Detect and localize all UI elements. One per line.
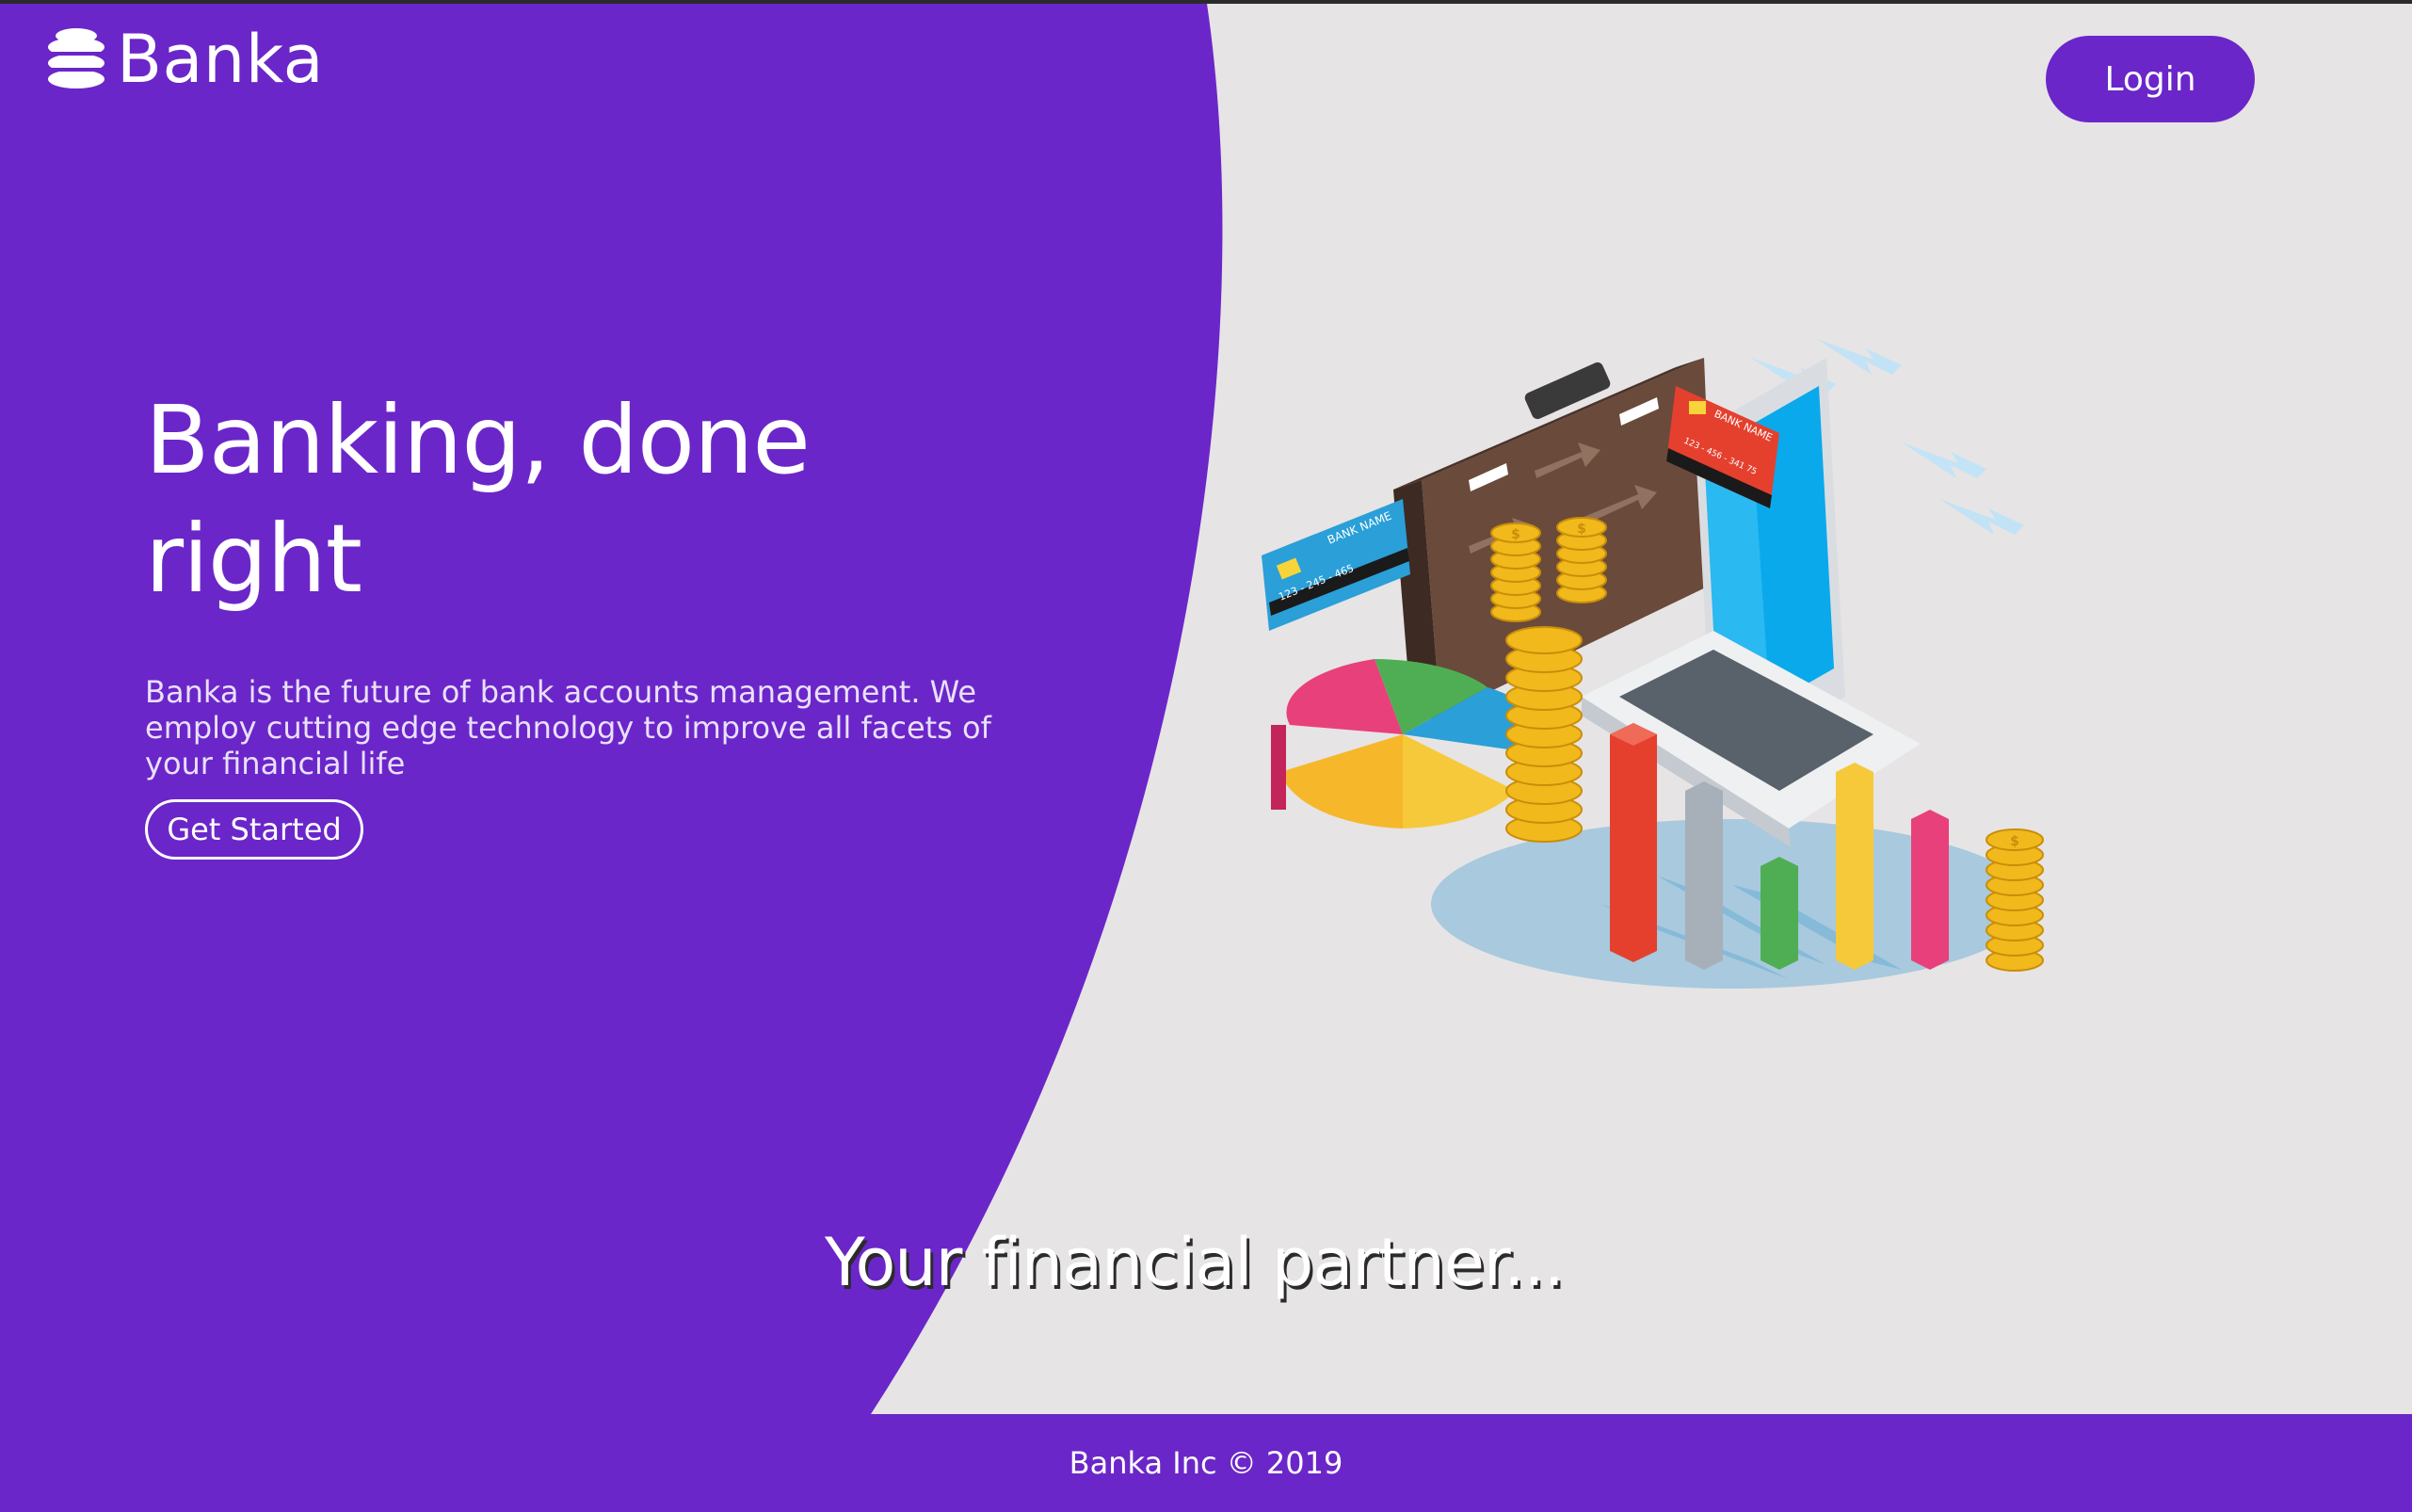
get-started-button[interactable]: Get Started xyxy=(145,799,363,860)
landing-page: Banka Login Banking, done right Banka is… xyxy=(0,0,2412,1512)
brand-name: Banka xyxy=(117,21,324,98)
credit-card-left-graphic: BANK NAME 123 - 245 - 465 xyxy=(1262,499,1410,631)
tagline: Your financial partner... xyxy=(825,1224,1565,1301)
hero-description: Banka is the future of bank accounts man… xyxy=(145,674,991,781)
svg-text:$: $ xyxy=(2010,834,2019,849)
stacked-coins-icon xyxy=(41,26,111,92)
svg-text:$: $ xyxy=(1511,527,1520,542)
footer-copyright: Banka Inc © 2019 xyxy=(1069,1445,1343,1481)
brand-logo[interactable]: Banka xyxy=(41,26,324,92)
finance-illustration: BANK NAME 123 - 245 - 465 BANK NAME 123 … xyxy=(1262,339,2044,989)
footer: Banka Inc © 2019 xyxy=(0,1414,2412,1512)
svg-text:$: $ xyxy=(1577,522,1586,537)
hero-headline: Banking, done right xyxy=(145,385,811,614)
login-button[interactable]: Login xyxy=(2046,36,2255,122)
coin-stacks-graphic xyxy=(1505,626,1583,843)
